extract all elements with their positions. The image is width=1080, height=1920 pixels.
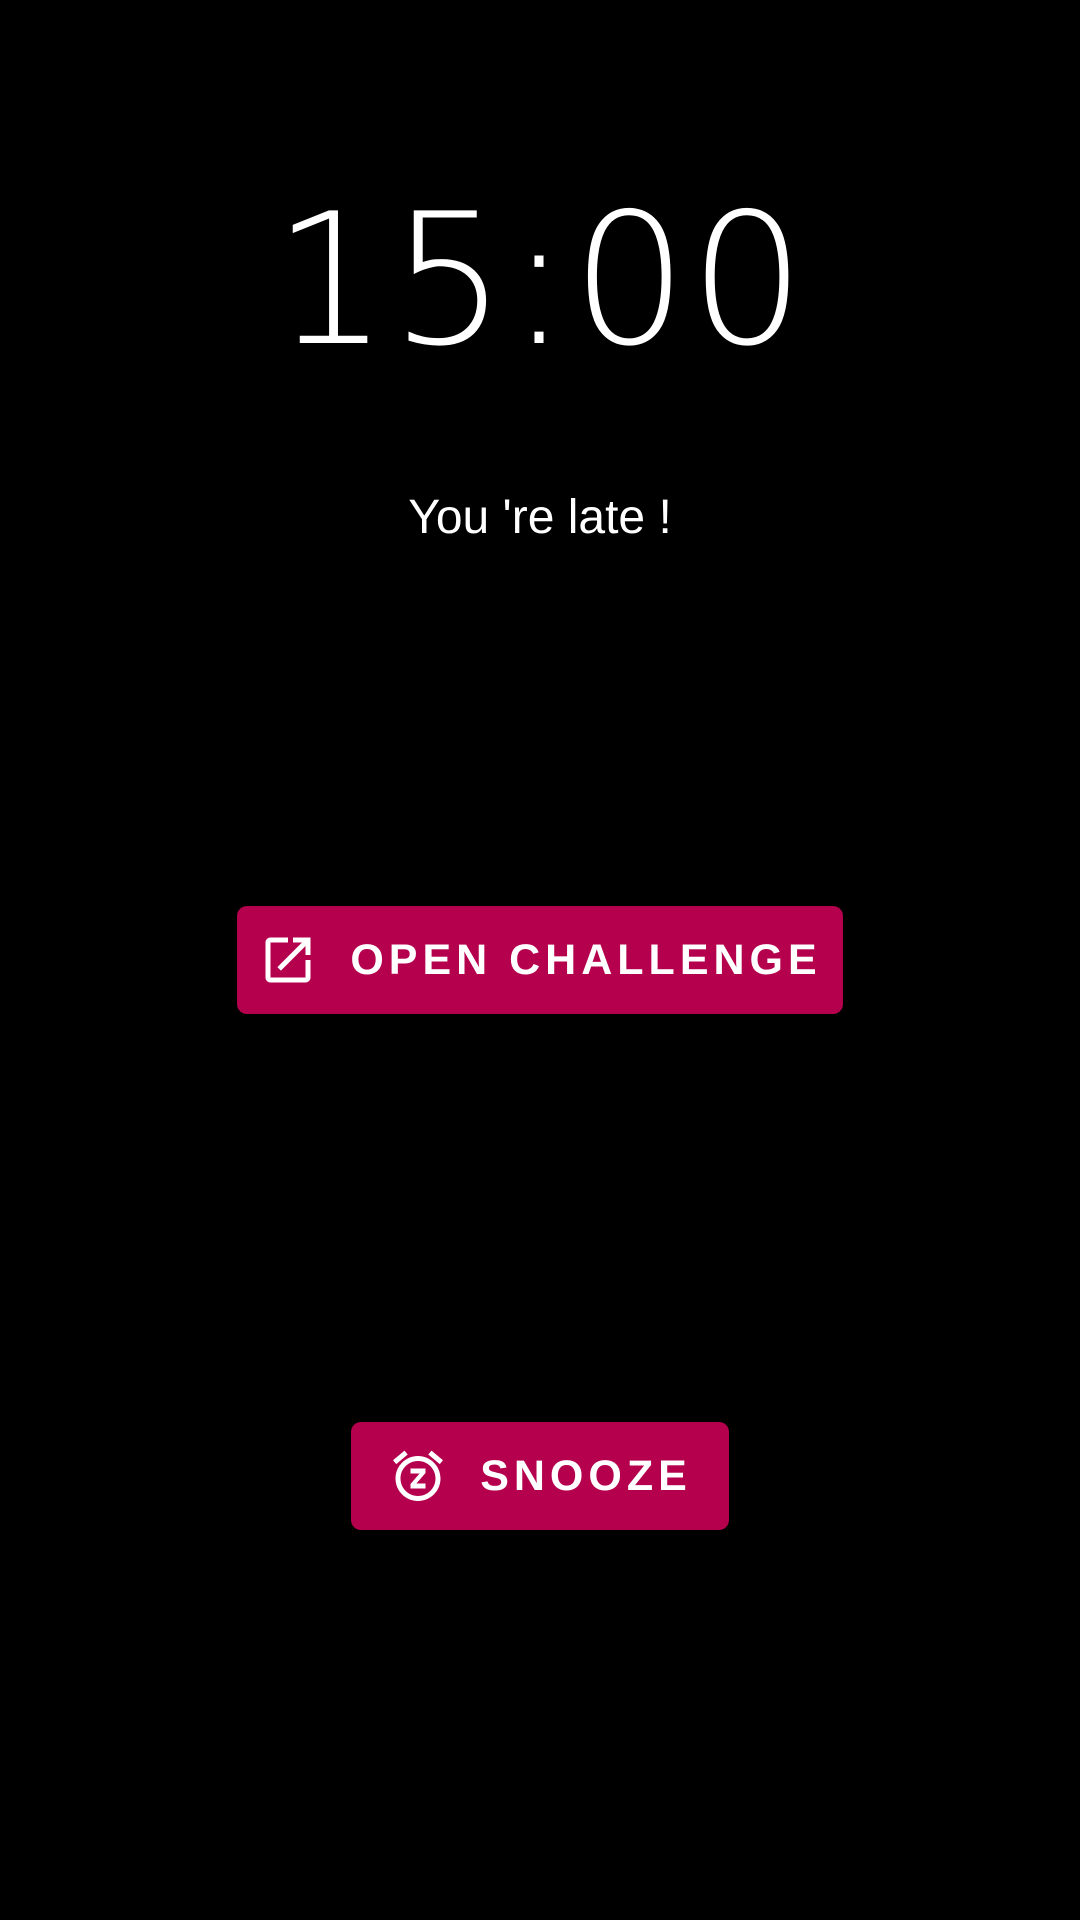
- snooze-button[interactable]: SNOOZE: [351, 1422, 729, 1530]
- open-challenge-button[interactable]: OPEN CHALLENGE: [237, 906, 843, 1014]
- snooze-alarm-icon: [388, 1446, 448, 1506]
- open-challenge-label: OPEN CHALLENGE: [350, 935, 822, 984]
- snooze-label: SNOOZE: [480, 1451, 692, 1500]
- open-in-new-icon: [258, 930, 318, 990]
- alarm-message: You 're late !: [408, 491, 672, 544]
- alarm-time: 15:00: [272, 174, 808, 386]
